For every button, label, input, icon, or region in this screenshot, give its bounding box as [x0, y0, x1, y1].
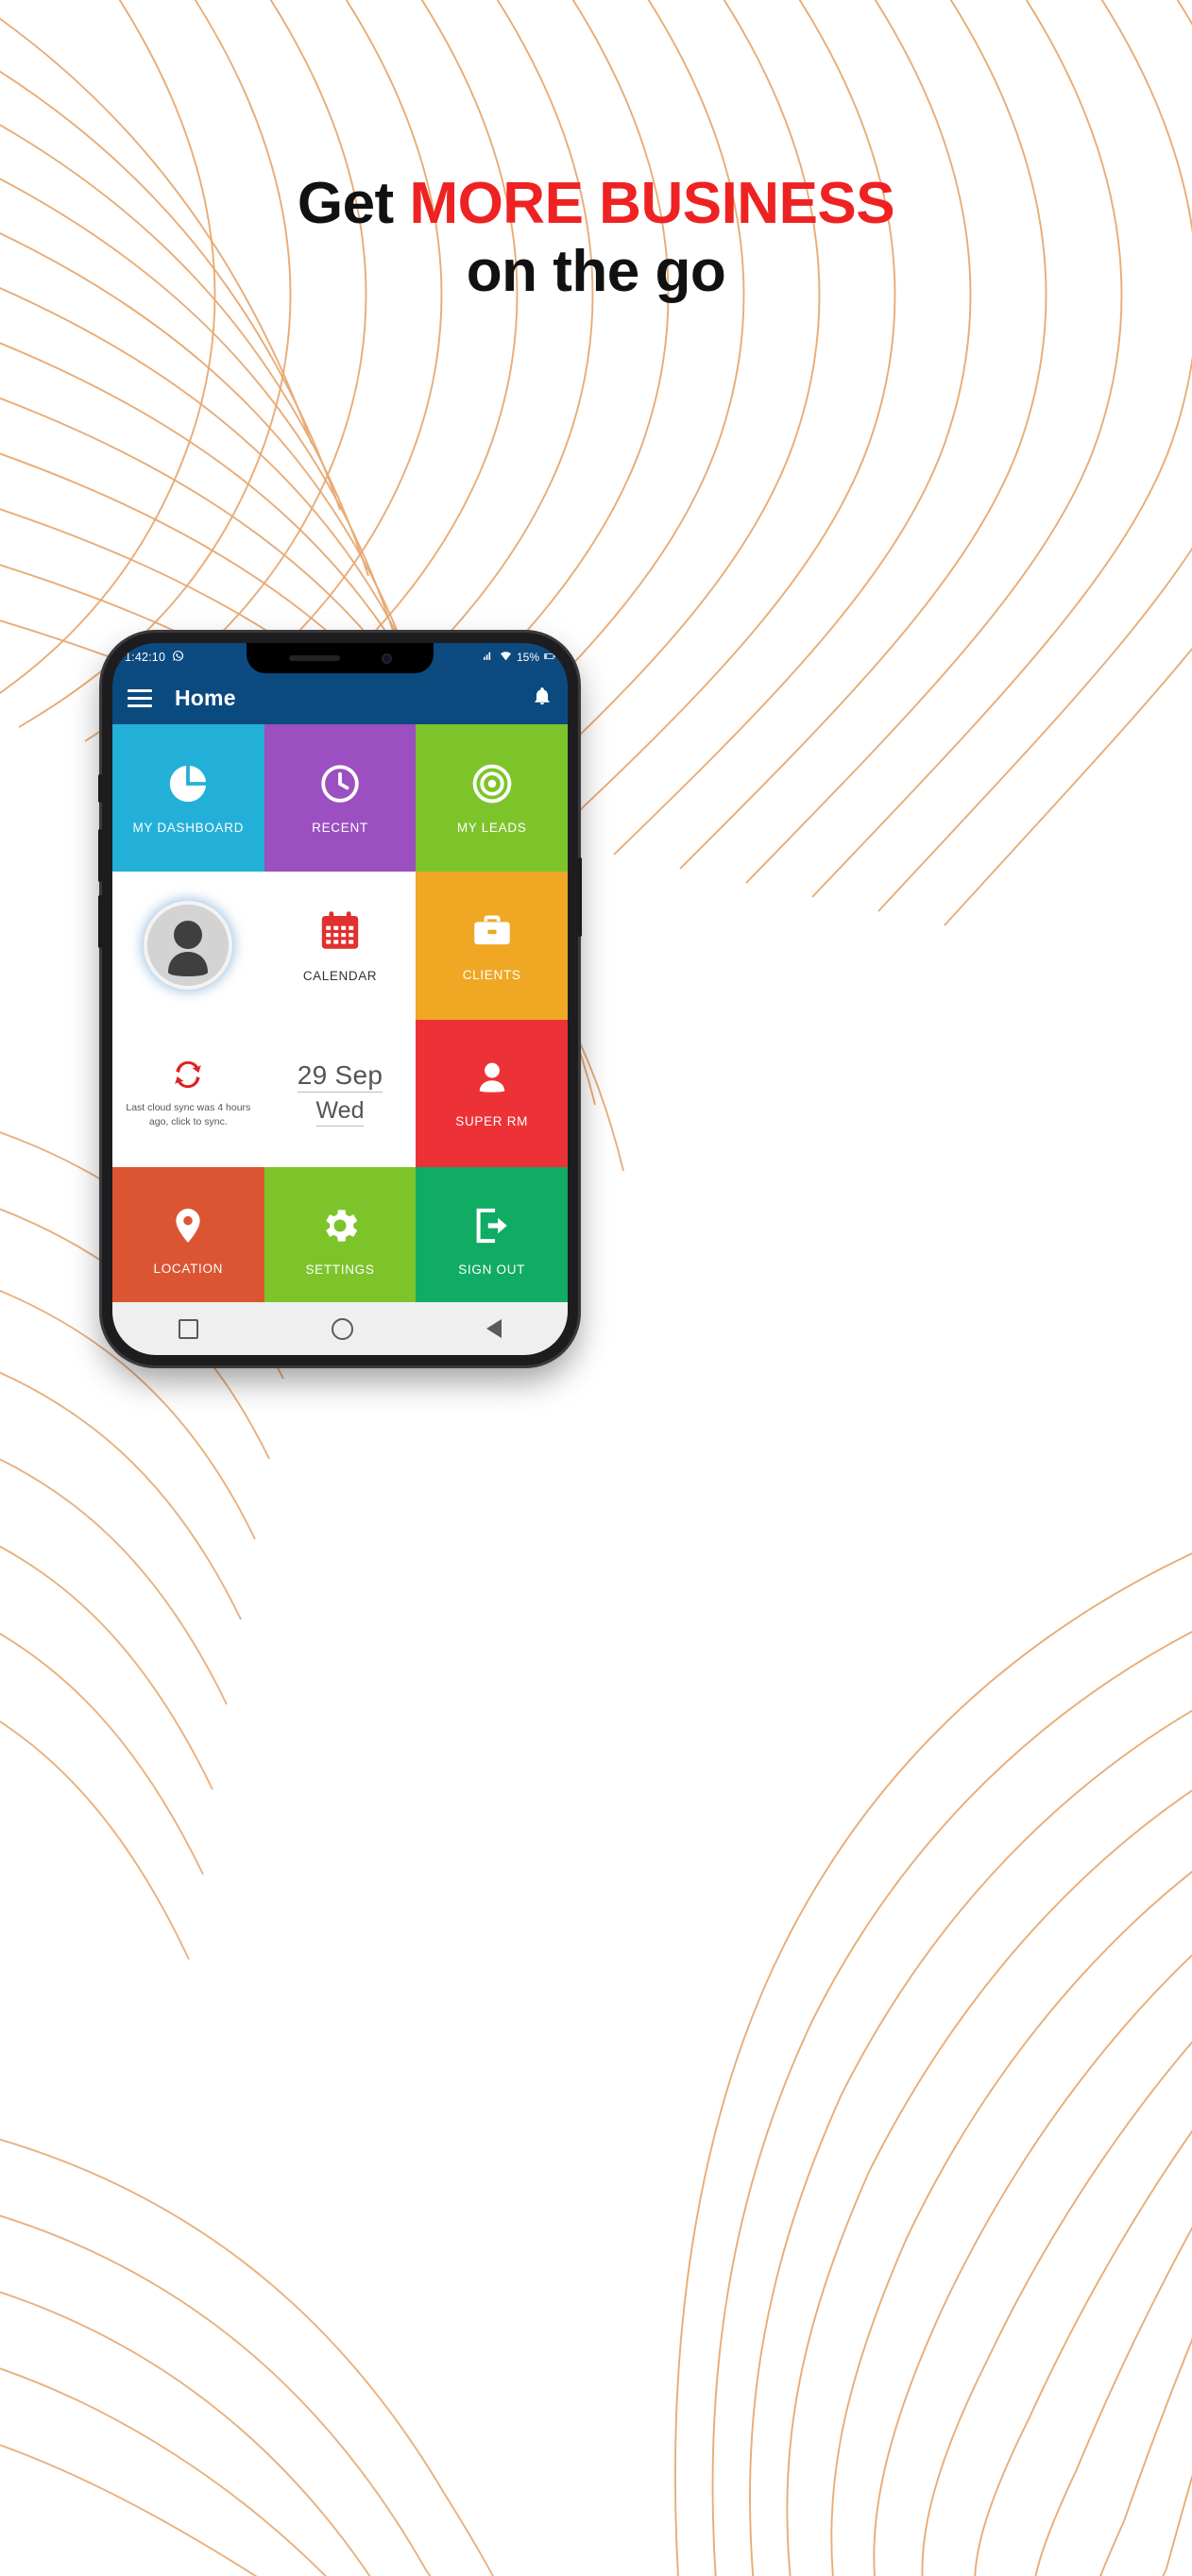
whatsapp-icon	[172, 650, 184, 665]
tile-label: SIGN OUT	[458, 1263, 526, 1278]
signal-icon	[483, 651, 495, 664]
clock-icon	[318, 762, 362, 805]
tile-label: MY DASHBOARD	[132, 820, 245, 835]
calendar-icon	[317, 908, 363, 954]
tile-profile-avatar[interactable]	[112, 872, 264, 1020]
tile-settings[interactable]: SETTINGS	[264, 1166, 417, 1314]
phone-notch	[247, 643, 434, 673]
pie-chart-icon	[166, 762, 210, 805]
status-bar-right: 15%	[483, 651, 555, 664]
tile-date-display[interactable]: 29 Sep Wed	[264, 1019, 417, 1167]
phone-volume-up-button	[98, 829, 102, 882]
avatar	[147, 905, 230, 987]
triangle-back-icon[interactable]	[485, 1319, 502, 1338]
phone-body: 1:42:10 15% Home MY DASHBOARD RECENT MY …	[98, 633, 582, 1365]
headline-line-1: Get MORE BUSINESS	[0, 170, 1192, 238]
tile-label: CLIENTS	[462, 967, 521, 982]
date-weekday: Wed	[315, 1097, 365, 1127]
front-camera-icon	[381, 652, 392, 664]
tile-label: MY LEADS	[456, 820, 527, 835]
status-bar-left: 1:42:10	[125, 650, 184, 665]
tile-label: CALENDAR	[302, 968, 378, 983]
phone-power-button	[578, 857, 582, 937]
tile-location[interactable]: LOCATION	[112, 1166, 264, 1314]
person-icon	[471, 1058, 513, 1099]
earpiece-speaker	[288, 655, 340, 661]
hamburger-icon[interactable]	[128, 688, 152, 707]
date-day-month: 29 Sep	[297, 1060, 383, 1093]
marketing-headline: Get MORE BUSINESS on the go	[0, 170, 1192, 306]
home-tile-grid: MY DASHBOARD RECENT MY LEADS CALENDAR CL…	[112, 724, 568, 1314]
square-icon[interactable]	[179, 1318, 199, 1339]
tile-calendar[interactable]: CALENDAR	[264, 872, 417, 1020]
phone-volume-down-button	[98, 895, 102, 948]
tile-super-rm[interactable]: SUPER RM	[416, 1019, 568, 1167]
android-navigation-bar	[112, 1302, 568, 1355]
signout-icon	[470, 1204, 514, 1247]
battery-percent-label: 15%	[516, 651, 539, 664]
tile-my-dashboard[interactable]: MY DASHBOARD	[112, 724, 264, 873]
tile-sign-out[interactable]: SIGN OUT	[416, 1166, 568, 1314]
target-icon	[470, 762, 514, 805]
headline-text-red: MORE BUSINESS	[409, 171, 895, 236]
phone-screen: 1:42:10 15% Home MY DASHBOARD RECENT MY …	[112, 643, 568, 1355]
tile-label: SETTINGS	[305, 1263, 375, 1278]
tile-label: LOCATION	[153, 1262, 224, 1277]
phone-mute-switch	[98, 774, 102, 803]
page-title: Home	[175, 685, 236, 710]
phone-mockup: 1:42:10 15% Home MY DASHBOARD RECENT MY …	[98, 633, 593, 1369]
wifi-icon	[500, 651, 512, 664]
battery-icon	[544, 651, 555, 664]
circle-icon[interactable]	[331, 1317, 353, 1340]
app-bar: Home	[112, 671, 568, 724]
tile-cloud-sync[interactable]: Last cloud sync was 4 hours ago, click t…	[112, 1019, 264, 1167]
tile-label: RECENT	[312, 820, 368, 835]
sync-icon	[171, 1058, 205, 1092]
status-time: 1:42:10	[125, 651, 166, 664]
pin-icon	[167, 1205, 209, 1246]
sync-status-text: Last cloud sync was 4 hours ago, click t…	[126, 1102, 251, 1127]
tile-recent[interactable]: RECENT	[264, 724, 417, 873]
bell-icon[interactable]	[532, 686, 553, 710]
headline-text-black: Get	[297, 171, 410, 236]
tile-my-leads[interactable]: MY LEADS	[416, 724, 568, 873]
briefcase-icon	[470, 909, 514, 953]
tile-clients[interactable]: CLIENTS	[416, 872, 568, 1020]
tile-label: SUPER RM	[455, 1114, 529, 1129]
gear-icon	[318, 1204, 362, 1247]
headline-line-2: on the go	[466, 238, 726, 304]
